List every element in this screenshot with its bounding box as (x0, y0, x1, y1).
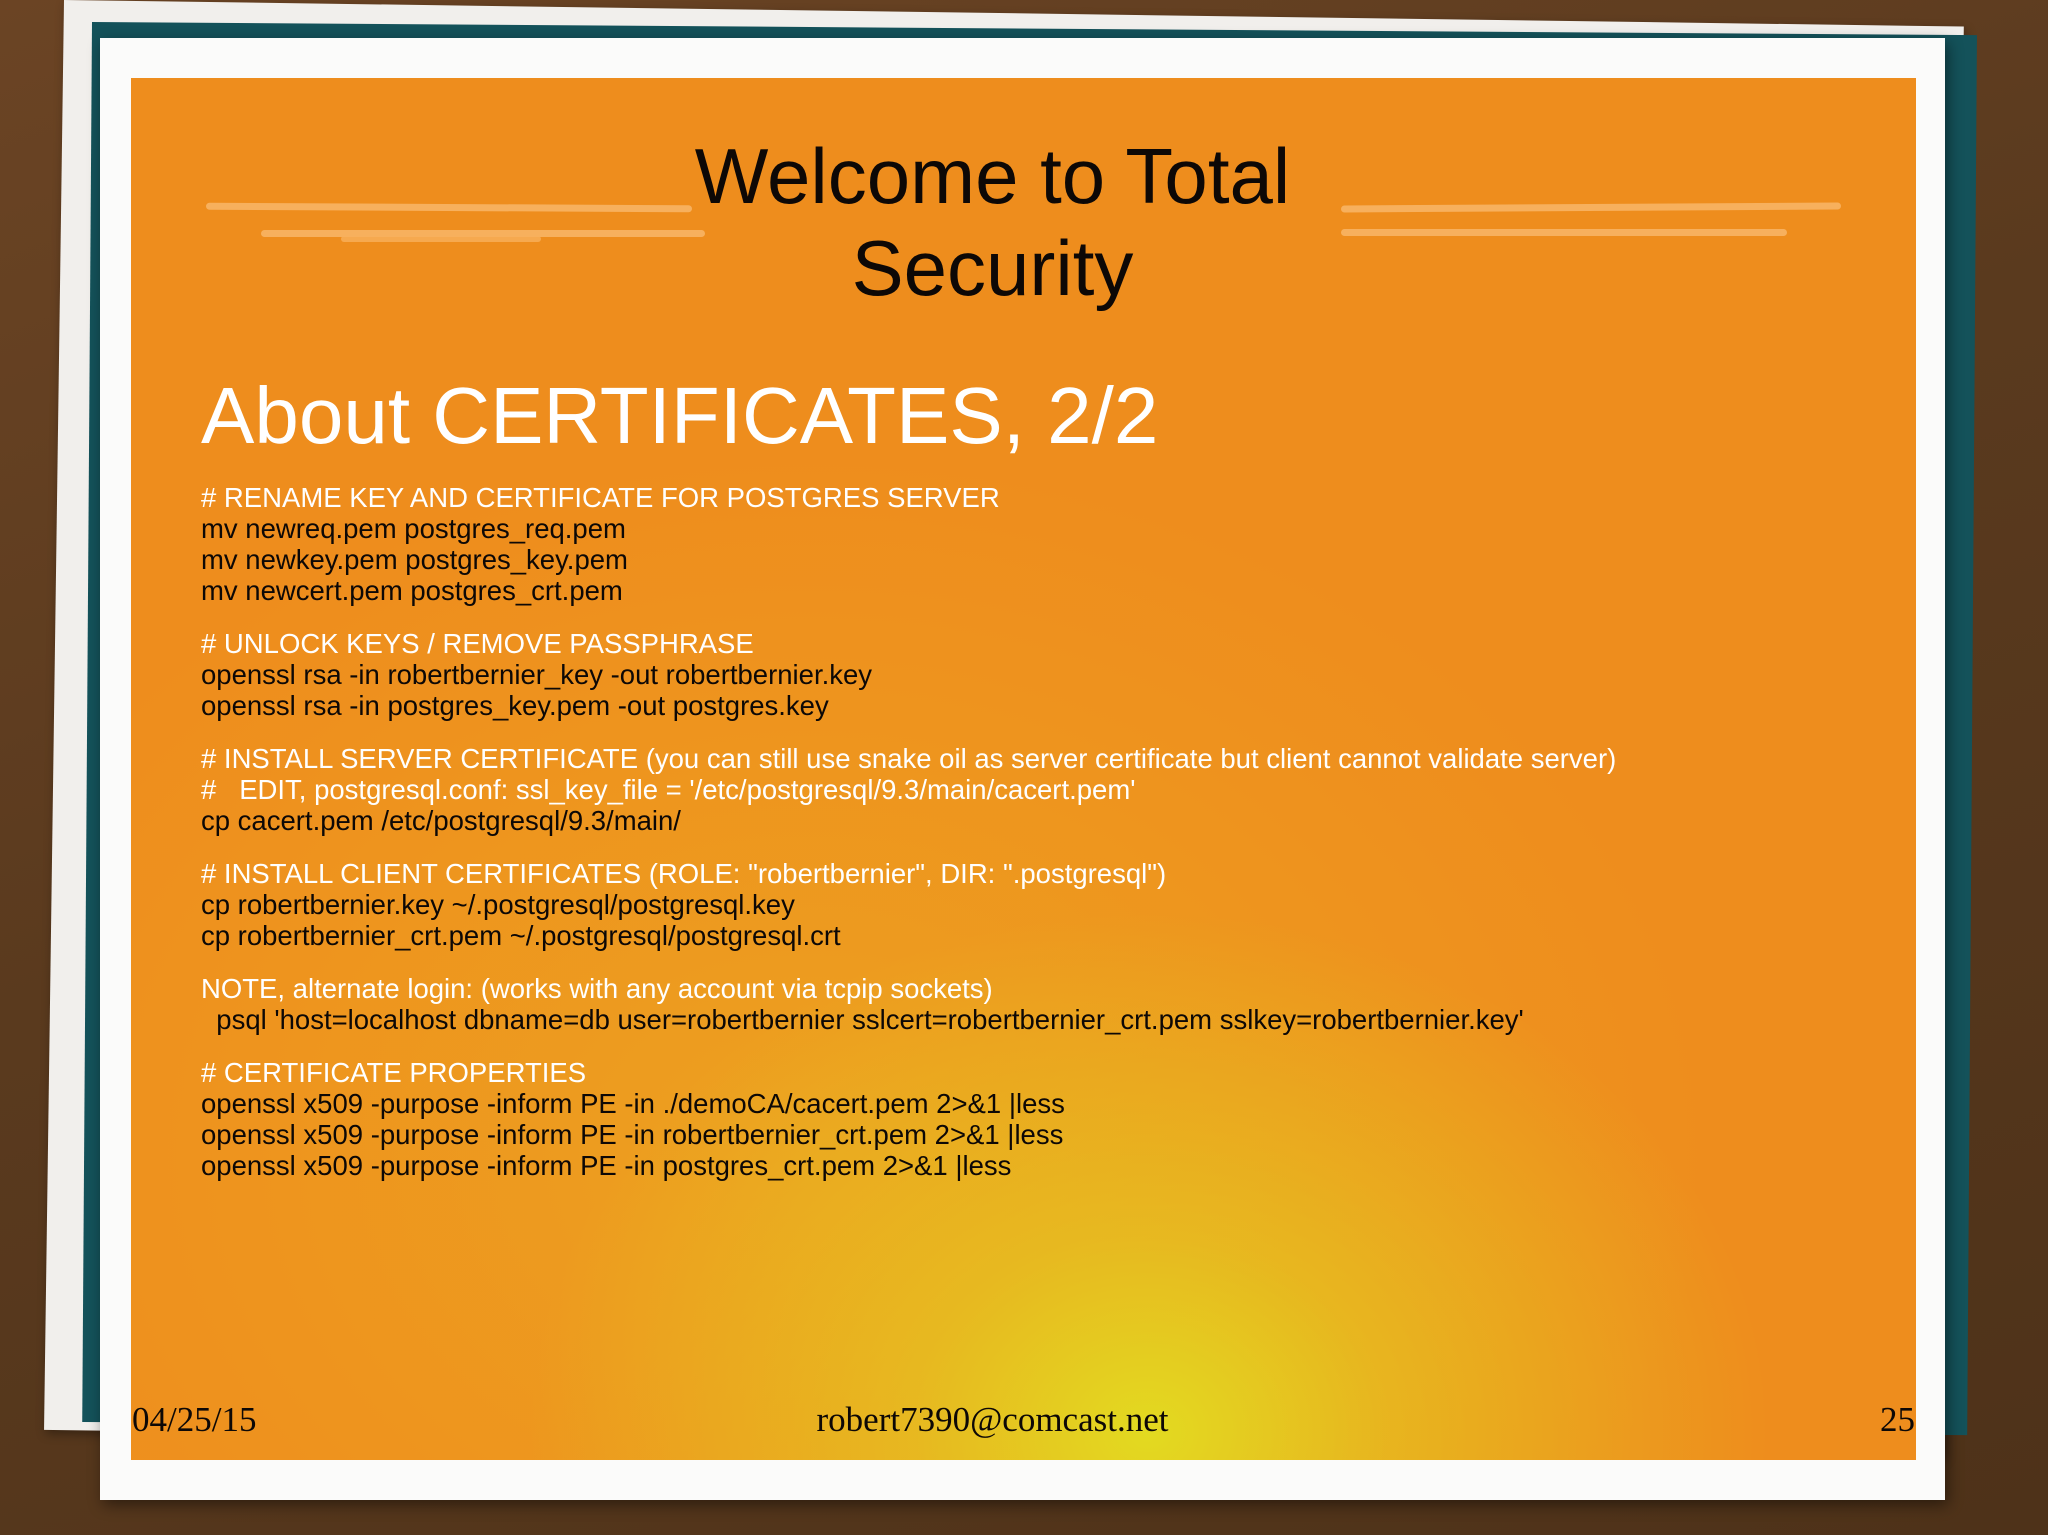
comment-line: # EDIT, postgresql.conf: ssl_key_file = … (201, 774, 1136, 805)
alternate-login-block: NOTE, alternate login: (works with any a… (201, 973, 1681, 1035)
title-line-1: Welcome to Total (694, 132, 1291, 220)
command-line: cp robertbernier_crt.pem ~/.postgresql/p… (201, 920, 841, 951)
command-line: openssl x509 -purpose -inform PE -in rob… (201, 1119, 1064, 1150)
rename-block: # RENAME KEY AND CERTIFICATE FOR POSTGRE… (201, 482, 1681, 606)
command-line: openssl x509 -purpose -inform PE -in ./d… (201, 1088, 1065, 1119)
command-line: mv newcert.pem postgres_crt.pem (201, 575, 623, 606)
comment-line: # INSTALL CLIENT CERTIFICATES (ROLE: "ro… (201, 858, 1167, 889)
command-line: mv newkey.pem postgres_key.pem (201, 544, 628, 575)
install-server-cert-block: # INSTALL SERVER CERTIFICATE (you can st… (201, 743, 1681, 836)
comment-line: NOTE, alternate login: (works with any a… (201, 973, 993, 1004)
footer-email: robert7390@comcast.net (816, 1400, 1169, 1439)
slide: Welcome to Total Security About CERTIFIC… (131, 78, 1916, 1460)
command-line: mv newreq.pem postgres_req.pem (201, 513, 626, 544)
title-line-2: Security (851, 224, 1134, 312)
footer-page-number: 25 (1880, 1400, 1915, 1439)
install-client-cert-block: # INSTALL CLIENT CERTIFICATES (ROLE: "ro… (201, 858, 1681, 951)
command-line: psql 'host=localhost dbname=db user=robe… (201, 1004, 1524, 1035)
slide-content: # RENAME KEY AND CERTIFICATE FOR POSTGRE… (201, 482, 1681, 1203)
command-line: openssl x509 -purpose -inform PE -in pos… (201, 1150, 1012, 1181)
command-line: cp cacert.pem /etc/postgresql/9.3/main/ (201, 805, 681, 836)
comment-line: # RENAME KEY AND CERTIFICATE FOR POSTGRE… (201, 482, 1000, 513)
comment-line: # UNLOCK KEYS / REMOVE PASSPHRASE (201, 628, 754, 659)
comment-line: # CERTIFICATE PROPERTIES (201, 1057, 587, 1088)
comment-line: # INSTALL SERVER CERTIFICATE (you can st… (201, 743, 1617, 774)
command-line: openssl rsa -in postgres_key.pem -out po… (201, 690, 829, 721)
slide-subtitle: About CERTIFICATES, 2/2 (201, 371, 1159, 460)
slide-title: Welcome to Total Security (131, 130, 1854, 314)
command-line: openssl rsa -in robertbernier_key -out r… (201, 659, 873, 690)
command-line: cp robertbernier.key ~/.postgresql/postg… (201, 889, 795, 920)
certificate-properties-block: # CERTIFICATE PROPERTIES openssl x509 -p… (201, 1057, 1681, 1181)
unlock-keys-block: # UNLOCK KEYS / REMOVE PASSPHRASE openss… (201, 628, 1681, 721)
